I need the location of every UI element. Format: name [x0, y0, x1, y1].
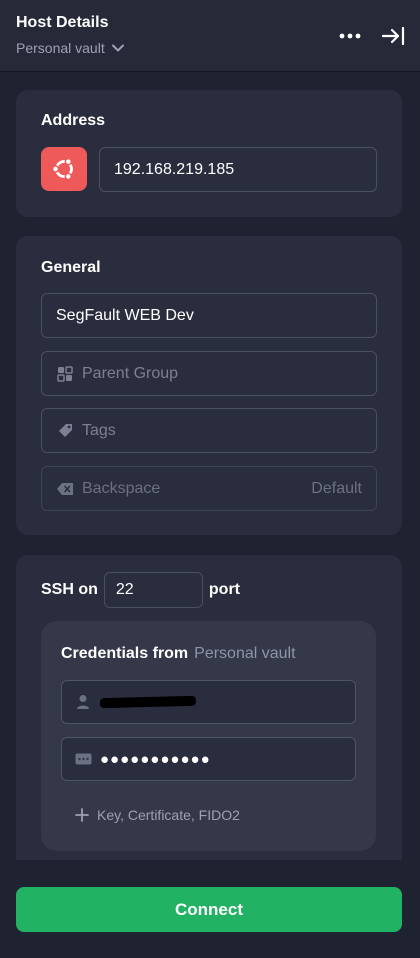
panel-header: Host Details Personal vault — [0, 0, 420, 72]
panel-title: Host Details — [16, 14, 109, 31]
chevron-down-icon — [111, 44, 124, 52]
tag-icon — [56, 422, 74, 440]
label-value: SegFault WEB Dev — [56, 306, 194, 324]
address-card: Address 192.168.219.185 — [16, 90, 402, 217]
ssh-prefix-label: SSH on — [41, 581, 98, 598]
ubuntu-icon — [51, 157, 73, 181]
collapse-panel-icon — [381, 26, 405, 46]
credentials-title: Credentials from Personal vault — [61, 645, 296, 663]
general-card: General SegFault WEB Dev Parent Group Ta… — [16, 236, 402, 535]
credentials-box: Credentials from Personal vault ●●●●●●●●… — [41, 621, 376, 851]
redacted-username — [99, 695, 197, 709]
port-input[interactable]: 22 — [103, 572, 203, 608]
tags-input[interactable]: Tags — [41, 408, 377, 453]
password-icon — [74, 750, 92, 768]
collapse-panel-button[interactable] — [380, 24, 408, 48]
address-title: Address — [41, 112, 106, 129]
label-input[interactable]: SegFault WEB Dev — [41, 293, 377, 338]
credentials-vault-link[interactable]: Personal vault — [194, 645, 295, 663]
backspace-select[interactable]: Backspace Default — [41, 466, 377, 511]
group-icon — [56, 365, 74, 383]
more-horizontal-icon — [339, 33, 361, 39]
parent-group-placeholder: Parent Group — [82, 364, 179, 382]
password-input[interactable]: ●●●●●●●●●●● — [61, 737, 356, 781]
username-input[interactable] — [61, 680, 356, 724]
backspace-icon — [56, 480, 74, 498]
backspace-placeholder: Backspace — [82, 479, 161, 497]
user-icon — [74, 693, 92, 711]
os-icon-button[interactable] — [41, 147, 87, 191]
backspace-value: Default — [311, 479, 362, 497]
address-input[interactable]: 192.168.219.185 — [99, 147, 377, 192]
vault-selector-label: Personal vault — [16, 40, 105, 56]
address-value: 192.168.219.185 — [114, 160, 235, 178]
add-credentials-button[interactable]: Key, Certificate, FIDO2 — [75, 807, 240, 823]
credentials-title-label: Credentials from — [61, 645, 189, 662]
host-details-panel: Host Details Personal vault Address 192.… — [0, 0, 420, 958]
plus-icon — [75, 808, 89, 822]
ssh-card: SSH on 22 port Credentials from Personal… — [16, 555, 402, 875]
ssh-suffix-label: port — [208, 581, 240, 598]
add-credentials-label: Key, Certificate, FIDO2 — [97, 807, 240, 823]
vault-selector[interactable]: Personal vault — [16, 40, 125, 56]
password-mask: ●●●●●●●●●●● — [100, 750, 211, 768]
tags-placeholder: Tags — [82, 421, 116, 439]
more-options-button[interactable] — [337, 26, 363, 46]
general-title: General — [41, 259, 101, 276]
parent-group-input[interactable]: Parent Group — [41, 351, 377, 396]
connect-button[interactable]: Connect — [16, 887, 402, 932]
ssh-port-row: SSH on 22 port — [41, 572, 240, 608]
